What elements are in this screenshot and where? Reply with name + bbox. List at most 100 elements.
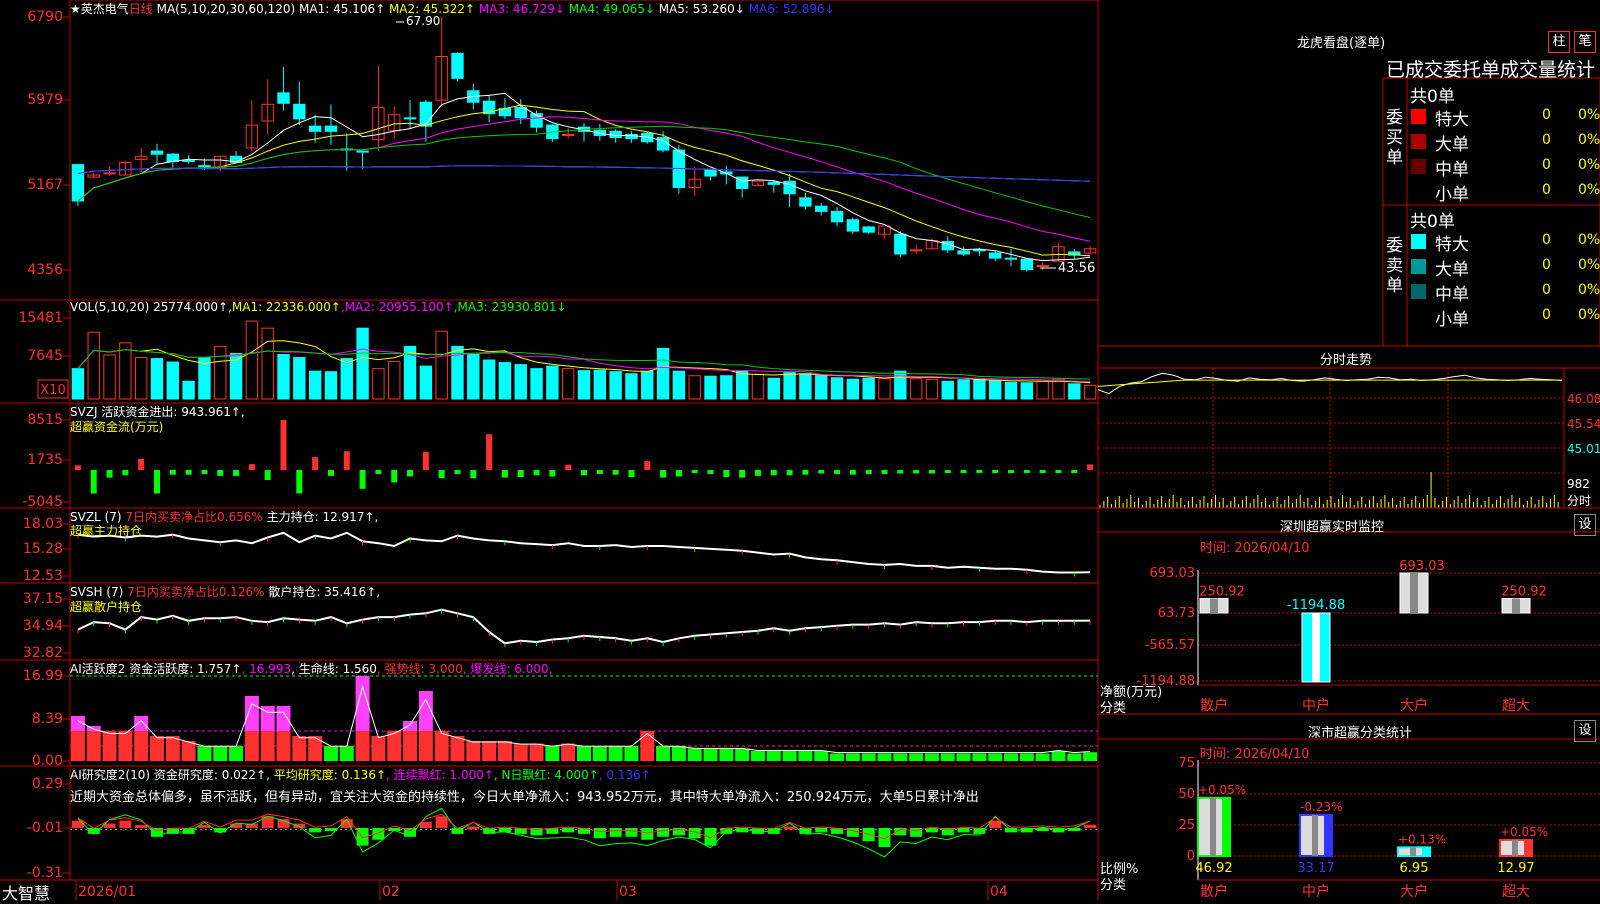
activity-bar-base — [86, 730, 101, 761]
volume-bar — [688, 375, 701, 400]
activity-bar — [750, 750, 765, 761]
activity-bar — [798, 750, 813, 761]
header-segment: AI活跃度2 资金活跃度: 1.757↑ — [70, 662, 242, 676]
sell-color-swatch — [1411, 234, 1426, 249]
activity-bar — [608, 745, 623, 761]
capital-flow-bar — [707, 470, 714, 475]
activity-bar — [909, 753, 924, 761]
activity-bar — [450, 735, 465, 761]
sell-row-count: 0 — [1542, 282, 1551, 298]
candle-body — [71, 164, 85, 202]
candle-body — [277, 92, 290, 104]
szcy-settings-button[interactable]: 设 — [1574, 514, 1596, 536]
svzl-ytick: 12.53 — [23, 568, 63, 584]
candle-body — [846, 219, 860, 232]
capital-flow-bar — [723, 470, 730, 478]
candle-body — [561, 133, 575, 136]
activity-bar — [814, 750, 829, 761]
volume-bar — [989, 380, 1002, 400]
activity-bar-base — [260, 730, 275, 761]
research-bar — [419, 822, 432, 828]
sscy-ylabel2: 分类 — [1100, 878, 1127, 893]
research-bar — [593, 828, 606, 839]
price-ytick: 5979 — [27, 92, 63, 108]
volume-bar — [419, 365, 433, 400]
candle-body — [451, 52, 464, 79]
activity-bar — [640, 730, 655, 761]
stock-chart-canvas: 6790 5979 5167 4356 15481 7645 8515 1735 -5045 18… — [0, 0, 1600, 900]
volume-bar — [1083, 384, 1097, 400]
capital-flow-bar — [565, 464, 572, 470]
research-bar — [135, 825, 148, 829]
activity-bar — [482, 740, 497, 761]
buy-total: 共0单 — [1410, 87, 1455, 107]
header-segment: 25774.000↑ — [153, 300, 229, 314]
capital-flow-bar — [944, 470, 951, 473]
svsh-ytick: 34.94 — [23, 618, 63, 634]
volume-bar — [941, 380, 954, 400]
ai1-ytick: 8.39 — [32, 711, 63, 727]
capital-flow-bar — [517, 470, 524, 478]
capital-flow-bar — [881, 470, 888, 475]
volume-bar — [957, 379, 970, 400]
sscy-bar-accent — [1524, 839, 1532, 856]
volume-bar — [609, 371, 622, 400]
volume-bar — [356, 327, 369, 400]
szcy-category-label: 散户 — [1200, 697, 1228, 714]
ai1-ytick: 0.00 — [32, 753, 63, 769]
header-segment: ★英杰电气 — [70, 2, 129, 16]
research-bar — [71, 820, 84, 828]
sscy-value-label: 6.95 — [1400, 861, 1429, 876]
tab-column[interactable]: 柱 — [1548, 31, 1570, 53]
activity-bar — [1019, 753, 1034, 761]
candle-body — [862, 226, 875, 233]
capital-flow-bar — [153, 470, 160, 494]
header-segment: 日线 — [128, 2, 153, 16]
research-bar — [846, 828, 859, 837]
tab-tick[interactable]: 笔 — [1574, 31, 1596, 53]
volume-bar — [656, 347, 670, 400]
activity-bar — [687, 748, 702, 761]
capital-flow-bar — [296, 470, 303, 494]
volume-bar — [767, 377, 780, 400]
header-segment: , 平均研究度: 0.136↑ — [266, 768, 387, 782]
sell-row-name: 小单 — [1435, 310, 1469, 330]
vol-header: VOL(5,10,20) 25774.000↑,MA1: 22336.000↑,… — [70, 300, 567, 314]
activity-bar — [830, 753, 845, 761]
volume-bar — [894, 370, 907, 400]
candle-body — [767, 181, 780, 185]
candle-body — [894, 233, 907, 255]
activity-bar — [988, 753, 1003, 761]
candle-body — [308, 125, 322, 132]
sscy-bar-accent — [1422, 847, 1430, 856]
szcy-ytick: 693.03 — [1150, 566, 1196, 581]
sell-total: 共0单 — [1410, 212, 1455, 232]
activity-bar — [624, 745, 639, 761]
header-segment: , 强势线: 3.000 — [376, 662, 463, 676]
volume-bar — [862, 377, 875, 400]
sscy-settings-button[interactable]: 设 — [1574, 720, 1596, 742]
vol-unit-label: X10 — [40, 383, 65, 398]
szcy-category-label: 中户 — [1302, 697, 1330, 714]
activity-bar — [197, 745, 212, 761]
capital-flow-bar — [1087, 464, 1094, 470]
svzl-subtitle: 超赢主力持仓 — [70, 524, 143, 538]
candle-body — [403, 117, 417, 120]
header-segment: AI研究度2(10) 资金研究度: 0.022↑ — [70, 768, 267, 782]
capital-flow-bar — [897, 470, 904, 474]
volume-bar — [372, 368, 385, 400]
sell-row-count: 0 — [1542, 307, 1551, 323]
candle-body — [150, 150, 164, 155]
activity-bar-base — [276, 730, 291, 761]
price-low-label: 43.56 — [1058, 261, 1095, 276]
capital-flow-bar — [628, 470, 635, 478]
volume-bar — [815, 375, 828, 400]
activity-bar — [877, 753, 892, 761]
szcy-ylabel2: 分类 — [1100, 701, 1127, 716]
sscy-change-label: -0.23% — [1300, 800, 1342, 814]
activity-bar-base — [134, 730, 149, 761]
header-segment: MA4: 49.065↓ — [564, 2, 655, 16]
header-segment: 7日内买卖净占比0.656% — [125, 510, 263, 524]
capital-flow-bar — [533, 470, 540, 476]
header-segment: MA2: 45.322↑ — [385, 2, 476, 16]
